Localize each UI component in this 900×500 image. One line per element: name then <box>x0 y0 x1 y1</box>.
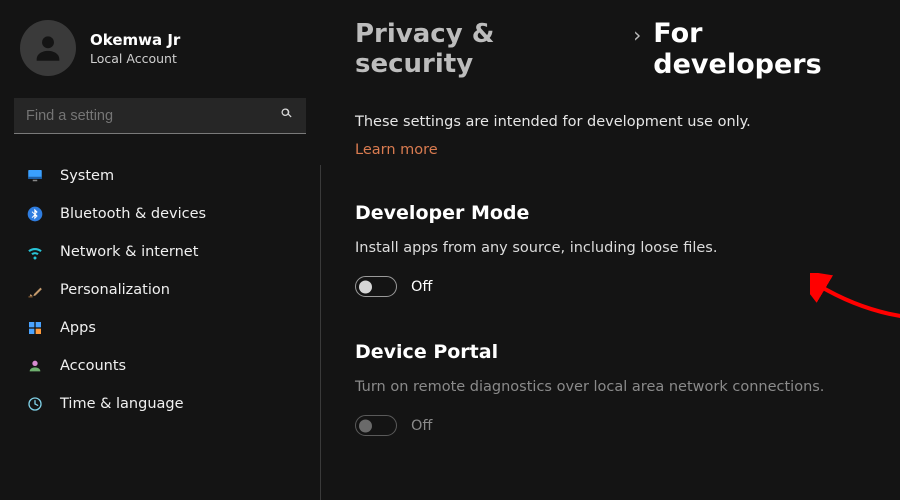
sidebar-item-label: Apps <box>60 320 96 336</box>
page-title: For developers <box>653 18 880 80</box>
page-intro: These settings are intended for developm… <box>355 114 880 130</box>
developer-mode-toggle[interactable] <box>355 276 397 297</box>
account-icon <box>26 357 44 375</box>
section-desc: Turn on remote diagnostics over local ar… <box>355 379 880 395</box>
sidebar-item-label: System <box>60 168 114 184</box>
sidebar-item-network[interactable]: Network & internet <box>14 234 306 270</box>
avatar <box>20 20 76 76</box>
sidebar-item-time[interactable]: Time & language <box>14 386 306 422</box>
sidebar-item-apps[interactable]: Apps <box>14 310 306 346</box>
profile-account-type: Local Account <box>90 51 180 66</box>
main-content: Privacy & security › For developers Thes… <box>320 165 900 500</box>
toggle-state-label: Off <box>411 418 432 434</box>
sidebar-item-label: Personalization <box>60 282 170 298</box>
sidebar-item-label: Time & language <box>60 396 184 412</box>
profile-block[interactable]: Okemwa Jr Local Account <box>14 18 306 90</box>
sidebar-item-personalization[interactable]: Personalization <box>14 272 306 308</box>
clock-icon <box>26 395 44 413</box>
person-icon <box>31 31 65 65</box>
profile-text: Okemwa Jr Local Account <box>90 31 180 66</box>
sidebar-item-label: Accounts <box>60 358 126 374</box>
sidebar: Okemwa Jr Local Account System Bluetooth… <box>0 0 320 500</box>
search-input[interactable] <box>26 108 279 124</box>
monitor-icon <box>26 167 44 185</box>
sidebar-item-accounts[interactable]: Accounts <box>14 348 306 384</box>
learn-more-link[interactable]: Learn more <box>355 142 438 158</box>
nav-list: System Bluetooth & devices Network & int… <box>14 158 306 422</box>
breadcrumb-parent[interactable]: Privacy & security <box>355 19 621 79</box>
section-device-portal: Device Portal Turn on remote diagnostics… <box>355 341 880 436</box>
wifi-icon <box>26 243 44 261</box>
profile-name: Okemwa Jr <box>90 31 180 49</box>
section-title: Developer Mode <box>355 202 880 224</box>
search-box[interactable] <box>14 98 306 134</box>
section-title: Device Portal <box>355 341 880 363</box>
sidebar-item-label: Network & internet <box>60 244 198 260</box>
sidebar-item-bluetooth[interactable]: Bluetooth & devices <box>14 196 306 232</box>
bluetooth-icon <box>26 205 44 223</box>
breadcrumb: Privacy & security › For developers <box>355 18 880 80</box>
device-portal-toggle <box>355 415 397 436</box>
sidebar-item-system[interactable]: System <box>14 158 306 194</box>
apps-icon <box>26 319 44 337</box>
toggle-state-label: Off <box>411 279 432 295</box>
section-developer-mode: Developer Mode Install apps from any sou… <box>355 202 880 297</box>
chevron-right-icon: › <box>633 23 641 47</box>
section-desc: Install apps from any source, including … <box>355 240 880 256</box>
search-icon <box>279 106 294 125</box>
brush-icon <box>26 281 44 299</box>
sidebar-item-label: Bluetooth & devices <box>60 206 206 222</box>
